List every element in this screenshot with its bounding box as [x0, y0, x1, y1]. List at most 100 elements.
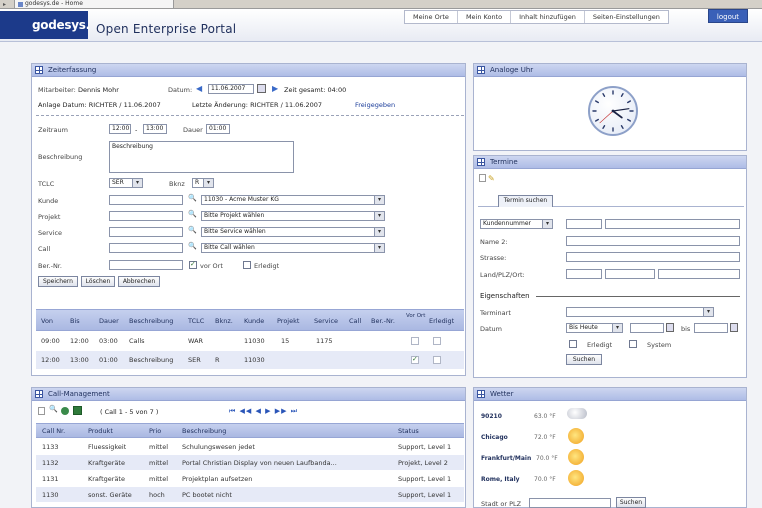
erledigt-filter-checkbox[interactable] — [569, 340, 577, 348]
name2-input[interactable] — [566, 236, 740, 246]
bis-input[interactable]: 13:00 — [143, 124, 167, 134]
cell-bknz: R — [215, 356, 220, 364]
tab-arrow-icon[interactable]: ▸ — [3, 0, 6, 9]
service-select[interactable]: Bitte Service wählen — [201, 227, 385, 237]
table-row[interactable]: 1132 Kraftgeräte mittel Portal Christian… — [36, 455, 464, 470]
dauer-input[interactable]: 01:00 — [206, 124, 230, 134]
loeschen-button[interactable]: Löschen — [81, 276, 115, 287]
termine-suchen-button[interactable]: Suchen — [566, 354, 602, 365]
calendar-icon[interactable] — [666, 323, 674, 332]
call-management-title: Call-Management — [48, 390, 110, 398]
new-termin-icon[interactable] — [479, 174, 486, 182]
search-call-icon[interactable]: 🔍 — [49, 405, 58, 413]
weather-suchen-button[interactable]: Suchen — [616, 497, 646, 508]
kunde-search-input[interactable] — [109, 195, 183, 205]
bernr-input[interactable] — [109, 260, 183, 270]
portlet-icon[interactable] — [35, 66, 43, 74]
portlet-icon[interactable] — [477, 66, 485, 74]
nav-inhalt-hinzufuegen[interactable]: Inhalt hinzufügen — [511, 11, 585, 23]
tclc-select[interactable]: SER — [109, 178, 143, 188]
cell-nr: 1132 — [42, 459, 59, 467]
bknz-select[interactable]: R — [192, 178, 214, 188]
portlet-icon[interactable] — [35, 390, 43, 398]
erledigt-checkbox[interactable] — [243, 261, 251, 269]
calendar-icon[interactable] — [730, 323, 738, 332]
row-vor-ort-checkbox[interactable] — [411, 337, 419, 345]
col-prio: Prio — [149, 427, 162, 435]
row-erledigt-checkbox[interactable] — [433, 356, 441, 364]
col-beschreibung: Beschreibung — [182, 427, 227, 435]
table-row[interactable]: 1133 Fluessigkeit mittel Schulungswesen … — [36, 439, 464, 454]
edit-termin-icon[interactable]: ✎ — [488, 174, 495, 183]
table-row[interactable]: 1130 sonst. Geräte hoch PC bootet nicht … — [36, 487, 464, 502]
wetter-panel: Wetter 90210 63.0 °F Chicago 72.0 °F Fra… — [473, 387, 747, 508]
kunde-select[interactable]: 11030 - Acme Muster KG — [201, 195, 385, 205]
ort-input[interactable] — [658, 269, 740, 279]
browser-tab-title: godesys.de - Home — [25, 0, 83, 7]
row-vor-ort-checkbox[interactable] — [411, 355, 419, 364]
call-table-header: Call Nr. Produkt Prio Beschreibung Statu… — [36, 423, 464, 438]
excel-export-icon[interactable] — [73, 406, 82, 415]
cell-kunde: 11030 — [244, 356, 265, 364]
strasse-input[interactable] — [566, 252, 740, 262]
plz-input[interactable] — [605, 269, 655, 279]
call-select[interactable]: Bitte Call wählen — [201, 243, 385, 253]
projekt-select[interactable]: Bitte Projekt wählen — [201, 211, 385, 221]
nav-meine-orte[interactable]: Meine Orte — [405, 11, 458, 23]
call-search-input[interactable] — [109, 243, 183, 253]
system-filter-checkbox[interactable] — [629, 340, 637, 348]
datum-to-input[interactable] — [694, 323, 728, 333]
datum-from-input[interactable] — [630, 323, 664, 333]
table-row[interactable]: 12:00 13:00 01:00 Beschreibung SER R 110… — [36, 351, 464, 369]
cell-prio: mittel — [149, 443, 169, 451]
portlet-icon[interactable] — [477, 390, 485, 398]
datum-range-select[interactable]: Bis Heute — [566, 323, 623, 333]
datum-label: Datum: — [168, 86, 193, 94]
portlet-icon[interactable] — [477, 158, 485, 166]
service-search-icon[interactable]: 🔍 — [188, 226, 197, 234]
refresh-call-icon[interactable] — [61, 407, 69, 415]
browser-tab-bar: ▸ godesys.de - Home — [0, 0, 762, 9]
von-input[interactable]: 12:00 — [109, 124, 131, 134]
calendar-icon[interactable] — [257, 84, 266, 93]
beschreibung-textarea[interactable]: Beschreibung — [109, 141, 294, 173]
vor-ort-checkbox[interactable] — [189, 260, 197, 269]
logout-button[interactable]: logout — [708, 9, 748, 23]
field-select[interactable]: Kundennummer — [480, 219, 553, 229]
analoge-uhr-panel: Analoge Uhr — [473, 63, 747, 151]
weather-search-label: Stadt or PLZ — [481, 500, 522, 508]
col-kunde: Kunde — [244, 317, 265, 325]
datum-input[interactable]: 11.06.2007 — [208, 84, 254, 94]
projekt-search-icon[interactable]: 🔍 — [188, 210, 197, 218]
next-day-icon[interactable]: ▶ — [272, 84, 278, 93]
terminart-select[interactable] — [566, 307, 714, 317]
browser-tab[interactable]: godesys.de - Home — [14, 0, 174, 9]
kundennummer-input[interactable] — [566, 219, 602, 229]
speichern-button[interactable]: Speichern — [38, 276, 78, 287]
table-row[interactable]: 1131 Kraftgeräte mittel Projektplan aufs… — [36, 471, 464, 486]
service-search-input[interactable] — [109, 227, 183, 237]
name-input[interactable] — [605, 219, 740, 229]
zeitraum-dash: - — [135, 126, 138, 134]
weather-temp: 70.0 °F — [534, 476, 556, 483]
weather-city: Chicago — [481, 434, 508, 441]
nav-mein-konto[interactable]: Mein Konto — [458, 11, 512, 23]
nav-seiten-einstellungen[interactable]: Seiten-Einstellungen — [585, 11, 668, 23]
freigegeben-link[interactable]: Freigegeben — [355, 101, 395, 109]
projekt-search-input[interactable] — [109, 211, 183, 221]
call-search-icon[interactable]: 🔍 — [188, 242, 197, 250]
call-management-panel: Call-Management 🔍 ( Call 1 - 5 von 7 ) ⏮… — [31, 387, 466, 508]
land-input[interactable] — [566, 269, 602, 279]
pager-nav-icon[interactable]: ⏮ ◀◀ ◀ ▶ ▶▶ ⏭ — [229, 407, 298, 416]
prev-day-icon[interactable]: ◀ — [196, 84, 202, 93]
new-call-icon[interactable] — [38, 407, 45, 415]
kunde-search-icon[interactable]: 🔍 — [188, 194, 197, 202]
abbrechen-button[interactable]: Abbrechen — [118, 276, 160, 287]
table-row[interactable]: 09:00 12:00 03:00 Calls WAR 11030 15 117… — [36, 333, 464, 349]
row-erledigt-checkbox[interactable] — [433, 337, 441, 345]
tab-termin-suchen[interactable]: Termin suchen — [498, 195, 553, 207]
cell-prio: mittel — [149, 459, 169, 467]
bknz-label: Bknz — [169, 180, 185, 188]
weather-search-input[interactable] — [529, 498, 611, 508]
clock-second-hand — [599, 110, 614, 124]
